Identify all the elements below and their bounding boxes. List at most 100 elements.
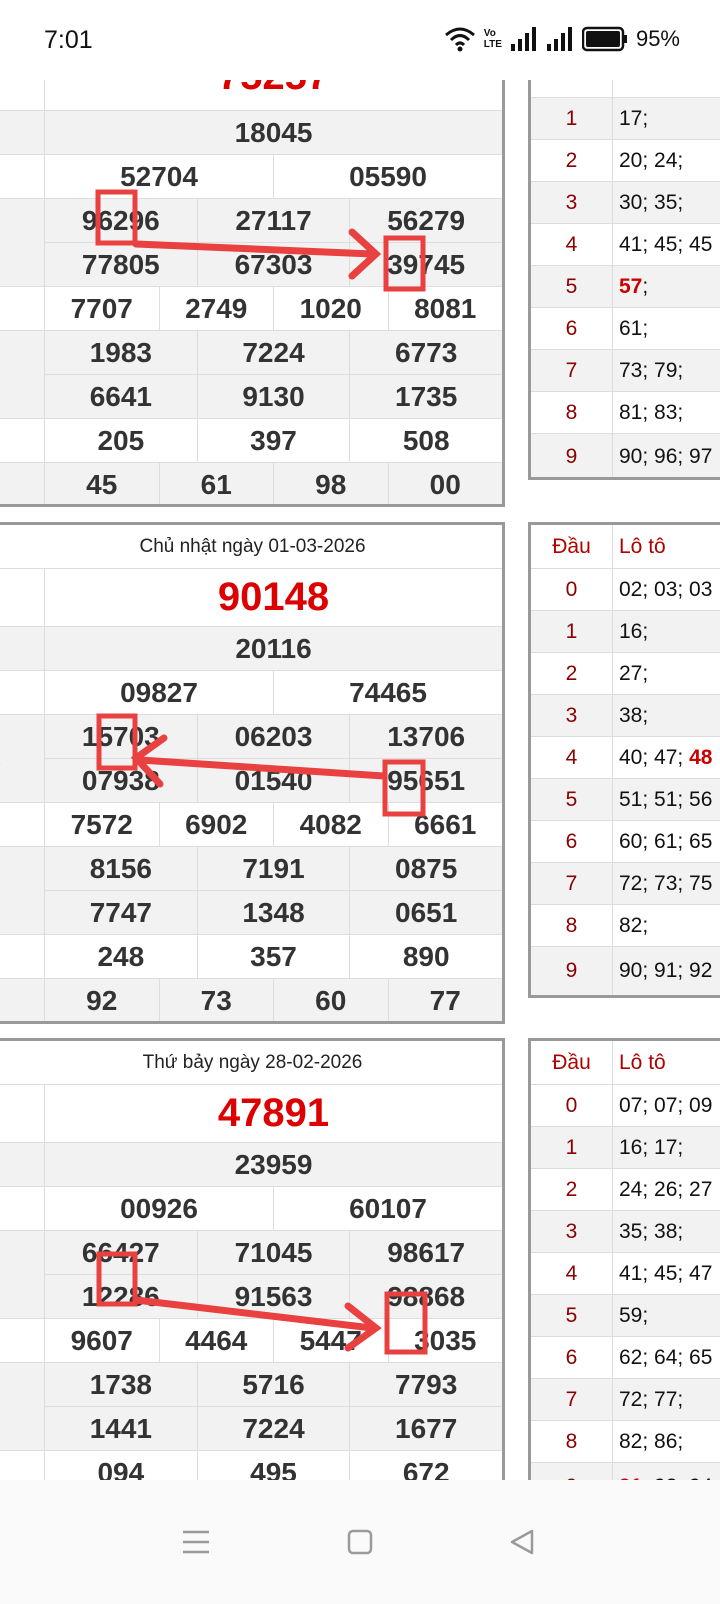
loto-row: 8 82; 86; (531, 1421, 720, 1463)
special-row: ệt 47891 (0, 1085, 502, 1143)
prize-number: 18045 (234, 116, 313, 148)
prize-number: 77805 (81, 249, 160, 280)
prize-number: 5447 (273, 1319, 388, 1362)
signal-icon (546, 27, 572, 51)
prize-number: 1348 (196, 891, 350, 935)
loto-header: Đầu Lô tô (531, 1041, 720, 1085)
fourth-prize-row: ư 7572 690240826661 (0, 803, 502, 847)
row-label: ảy (0, 979, 45, 1021)
clock: 7:01 (44, 26, 93, 54)
prize-number: 23959 (234, 1148, 313, 1180)
prize-number: 1441 (89, 1413, 152, 1444)
loto-row: 7 73; 79; (531, 350, 720, 392)
loto-row: 4 40; 47; 48 (531, 737, 720, 779)
loto-highlight: 57 (619, 274, 643, 298)
prize-number: 66427 (81, 1236, 160, 1268)
prize-number: 07938 (81, 765, 160, 796)
row-label: ất (0, 111, 45, 154)
prize-number: 7224 (196, 331, 350, 374)
prize-number: 91563 (196, 1275, 350, 1319)
prize-number: 4464 (158, 1319, 274, 1362)
prize-number: 67303 (196, 243, 350, 287)
prize-number: 05590 (273, 155, 502, 198)
prize-number: 56279 (349, 199, 502, 242)
prize-number: 73 (158, 979, 274, 1021)
prize-number: 205 (97, 424, 145, 456)
loto-row: 5 51; 51; 56 (531, 779, 720, 821)
second-prize-row: hì 52704 05590 (0, 155, 502, 199)
battery-icon (581, 26, 627, 52)
loto-row: 1 16; (531, 611, 720, 653)
prize-number: 98 (273, 463, 388, 504)
prize-number: 7572 (70, 808, 133, 840)
prize-number: 2749 (158, 287, 274, 330)
row-label: a (0, 1231, 45, 1318)
fourth-prize-row: ư 7707 274910208081 (0, 287, 502, 331)
loto-row: 6 62; 64; 65 (531, 1337, 720, 1379)
prize-number: 09827 (120, 676, 198, 708)
loto-row: 3 38; (531, 695, 720, 737)
prize-number: 00 (387, 463, 503, 504)
prize-number: 52704 (120, 160, 198, 192)
third-prize-row: a 66427 7104598617 12286 9156398868 (0, 1231, 502, 1319)
screen: 7:01 Vo LTE 95% 18045 52704 05590 96296 … (0, 0, 720, 1604)
prize-number: 96296 (81, 204, 160, 236)
prize-number: 1735 (349, 375, 502, 419)
prize-number: 7224 (196, 1407, 350, 1451)
row-label: ư (0, 1319, 45, 1362)
prize-number: 06203 (196, 715, 350, 758)
second-prize-row: hì 00926 60107 (0, 1187, 502, 1231)
loto-row: 8 81; 83; (531, 392, 720, 434)
prize-number: 7707 (70, 292, 133, 324)
loto-table: Đầu Lô tô 0 02; 03; 03 1 16; 2 27; 3 38; 4 40… (528, 522, 720, 998)
special-prize: 47891 (217, 1091, 330, 1135)
menu-icon[interactable] (168, 1514, 224, 1570)
second-prize-row: hì 09827 74465 (0, 671, 502, 715)
loto-row: 7 72; 73; 75 (531, 863, 720, 905)
prize-number: 13706 (349, 715, 502, 758)
prize-number: 95651 (349, 759, 502, 803)
row-label: hì (0, 671, 45, 714)
prize-number: 60107 (273, 1187, 502, 1230)
prize-number: 61 (158, 463, 274, 504)
loto-row: 5 59; (531, 1295, 720, 1337)
loto-row: 6 60; 61; 65 (531, 821, 720, 863)
prize-number: 9607 (70, 1324, 133, 1356)
prize-number: 12286 (81, 1281, 160, 1312)
special-row: ệt 90148 (0, 569, 502, 627)
prize-number: 1983 (89, 336, 152, 368)
loto-row: 3 35; 38; (531, 1211, 720, 1253)
prize-number: 9130 (196, 375, 350, 419)
prize-number: 0651 (349, 891, 502, 935)
home-square-icon[interactable] (332, 1514, 388, 1570)
loto-row: 2 20; 24; (531, 140, 720, 182)
row-label: m (0, 847, 45, 934)
system-nav-bar (0, 1480, 720, 1604)
row-label: hì (0, 155, 45, 198)
back-triangle-icon[interactable] (494, 1514, 550, 1570)
first-prize-row: ất 20116 (0, 627, 502, 671)
prize-number: 1020 (273, 287, 388, 330)
prize-number: 39745 (349, 243, 502, 287)
prize-number: 45 (86, 469, 118, 500)
row-label: ệt (0, 1085, 45, 1142)
prize-number: 4082 (273, 803, 388, 846)
prize-number: 98868 (349, 1275, 502, 1319)
row-label: ất (0, 627, 45, 670)
signal-icon (510, 27, 536, 51)
sixth-prize-row: ầu 205 397508 (0, 419, 502, 463)
row-label: a (0, 199, 45, 286)
row-label: ệt (0, 569, 45, 626)
prize-number: 8081 (387, 287, 503, 330)
loto-highlight: 48 (689, 745, 713, 769)
prize-number: 508 (349, 419, 502, 462)
wifi-icon (444, 27, 475, 52)
status-icons: Vo LTE 95% (444, 24, 680, 54)
loto-row: 1 16; 17; (531, 1127, 720, 1169)
first-prize-row: ất 23959 (0, 1143, 502, 1187)
row-label: ầu (0, 935, 45, 978)
prize-number: 7747 (89, 897, 152, 928)
date-header: Chủ nhật ngày 01-03-2026 (0, 525, 502, 569)
seventh-prize-row: ảy 92 736077 (0, 979, 502, 1021)
prize-number: 8156 (89, 852, 152, 884)
